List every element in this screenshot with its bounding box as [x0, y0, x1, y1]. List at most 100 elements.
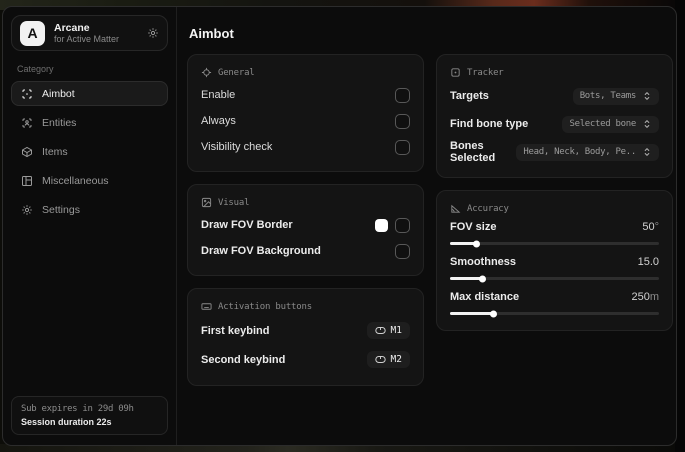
sidebar-item-entities[interactable]: Entities — [11, 110, 168, 135]
fov-size-slider[interactable] — [450, 242, 659, 245]
max-distance-slider-group: Max distance 250m — [450, 289, 659, 315]
card-title-text: General — [218, 67, 255, 78]
first-keybind-button[interactable]: M1 — [366, 322, 410, 339]
image-icon — [201, 197, 212, 208]
visual-card: Visual Draw FOV Border Draw FOV Backgrou… — [187, 184, 424, 276]
card-title-text: Tracker — [467, 67, 504, 78]
mouse-icon — [374, 326, 386, 335]
fov-border-color-swatch[interactable] — [375, 218, 388, 232]
accuracy-card-title: Accuracy — [450, 203, 659, 214]
left-column: General Enable Always Visibility check V… — [187, 54, 424, 386]
slider-value: 15.0 — [638, 256, 659, 268]
setting-label: Enable — [201, 89, 236, 101]
dropdown-value: Head, Neck, Body, Pe.. — [523, 147, 636, 157]
fov-size-slider-group: FOV size 50° — [450, 219, 659, 245]
category-label: Category — [17, 64, 54, 74]
session-duration-text: Session duration 22s — [21, 417, 112, 427]
enable-checkbox[interactable] — [395, 87, 410, 103]
angle-icon — [450, 203, 461, 214]
bones-selected-dropdown[interactable]: Head, Neck, Body, Pe.. — [516, 143, 659, 161]
setting-row-draw-fov-background: Draw FOV Background — [201, 238, 410, 264]
sidebar-item-label: Miscellaneous — [42, 174, 109, 187]
sidebar-item-label: Settings — [42, 203, 80, 216]
activation-card-title: Activation buttons — [201, 301, 410, 312]
setting-label: Find bone type — [450, 118, 529, 130]
setting-row-bones-selected: Bones Selected Head, Neck, Body, Pe.. — [450, 138, 659, 166]
sidebar-item-miscellaneous[interactable]: Miscellaneous — [11, 168, 168, 193]
main-content: Aimbot General Enable Always Visibility … — [177, 7, 676, 445]
brand-subtitle: for Active Matter — [54, 33, 120, 44]
card-title-text: Accuracy — [467, 203, 509, 214]
brand-text: Arcane for Active Matter — [54, 22, 138, 44]
sidebar-item-aimbot[interactable]: Aimbot — [11, 81, 168, 106]
sub-expires-text: Sub expires in 29d 09h — [21, 404, 134, 414]
right-column: Tracker Targets Bots, Teams Find bone ty… — [436, 54, 673, 386]
sidebar-item-items[interactable]: Items — [11, 139, 168, 164]
sidebar: A Arcane for Active Matter Category Aimb… — [3, 7, 177, 445]
chevrons-up-down-icon — [642, 91, 652, 101]
second-keybind-button[interactable]: M2 — [366, 351, 410, 368]
setting-row-targets: Targets Bots, Teams — [450, 82, 659, 110]
smoothness-slider[interactable] — [450, 277, 659, 280]
setting-row-draw-fov-border: Draw FOV Border — [201, 212, 410, 238]
visual-card-title: Visual — [201, 197, 410, 208]
mouse-icon — [374, 355, 386, 364]
always-checkbox[interactable] — [395, 113, 410, 129]
keybind-value: M2 — [390, 354, 402, 365]
crosshair-icon — [21, 88, 33, 100]
activation-buttons-card: Activation buttons First keybind M1 Seco… — [187, 288, 424, 386]
slider-number: 15.0 — [637, 256, 659, 268]
slider-number: 250 — [631, 291, 650, 303]
sidebar-item-label: Entities — [42, 116, 77, 129]
gear-icon — [21, 204, 33, 216]
setting-row-second-keybind: Second keybind M2 — [201, 345, 410, 374]
slider-fill[interactable] — [450, 312, 494, 315]
setting-label: Draw FOV Border — [201, 219, 293, 231]
brand-card: A Arcane for Active Matter — [11, 15, 168, 51]
slider-fill[interactable] — [450, 242, 478, 245]
setting-label: Max distance — [450, 291, 520, 303]
cheat-menu-window: A Arcane for Active Matter Category Aimb… — [2, 6, 677, 446]
setting-label: FOV size — [450, 221, 497, 233]
tracker-card: Tracker Targets Bots, Teams Find bone ty… — [436, 54, 673, 178]
targets-dropdown[interactable]: Bots, Teams — [572, 87, 659, 105]
setting-label: Bones Selected — [450, 140, 496, 164]
setting-row-find-bone-type: Find bone type Selected bone — [450, 110, 659, 138]
slider-fill[interactable] — [450, 277, 484, 280]
card-title-text: Visual — [218, 197, 250, 208]
setting-label: Targets — [450, 90, 489, 102]
accuracy-card: Accuracy FOV size 50° Smoothness 15.0 Ma… — [436, 190, 673, 331]
setting-label: Smoothness — [450, 256, 517, 268]
slider-value: 250m — [631, 291, 659, 303]
sidebar-nav: Aimbot Entities Items Miscellaneous Sett… — [11, 81, 168, 222]
dropdown-value: Selected bone — [569, 119, 636, 129]
chevrons-up-down-icon — [642, 147, 652, 157]
setting-row-enable: Enable — [201, 82, 410, 108]
setting-label: Always — [201, 115, 236, 127]
draw-fov-border-checkbox[interactable] — [395, 217, 410, 233]
max-distance-slider[interactable] — [450, 312, 659, 315]
card-title-text: Activation buttons — [218, 301, 312, 312]
tracker-card-title: Tracker — [450, 67, 659, 78]
brand-logo: A — [20, 20, 45, 46]
sidebar-item-label: Aimbot — [42, 87, 75, 100]
general-card-title: General — [201, 67, 410, 78]
keyboard-icon — [201, 301, 212, 312]
setting-row-always: Always — [201, 108, 410, 134]
visibility-check-checkbox[interactable] — [395, 139, 410, 155]
dropdown-value: Bots, Teams — [579, 91, 637, 101]
sidebar-item-settings[interactable]: Settings — [11, 197, 168, 222]
draw-fov-background-checkbox[interactable] — [395, 243, 410, 259]
setting-label: Second keybind — [201, 353, 286, 366]
slider-unit: ° — [654, 221, 659, 233]
setting-row-first-keybind: First keybind M1 — [201, 316, 410, 345]
cube-icon — [21, 146, 33, 158]
setting-row-visibility-check: Visibility check — [201, 134, 410, 160]
panels-icon — [21, 175, 33, 187]
focus-square-icon — [450, 67, 461, 78]
gear-icon[interactable] — [147, 27, 159, 39]
find-bone-type-dropdown[interactable]: Selected bone — [562, 115, 659, 133]
setting-label: Draw FOV Background — [201, 245, 321, 257]
slider-value: 50° — [642, 221, 659, 233]
chevrons-up-down-icon — [642, 119, 652, 129]
